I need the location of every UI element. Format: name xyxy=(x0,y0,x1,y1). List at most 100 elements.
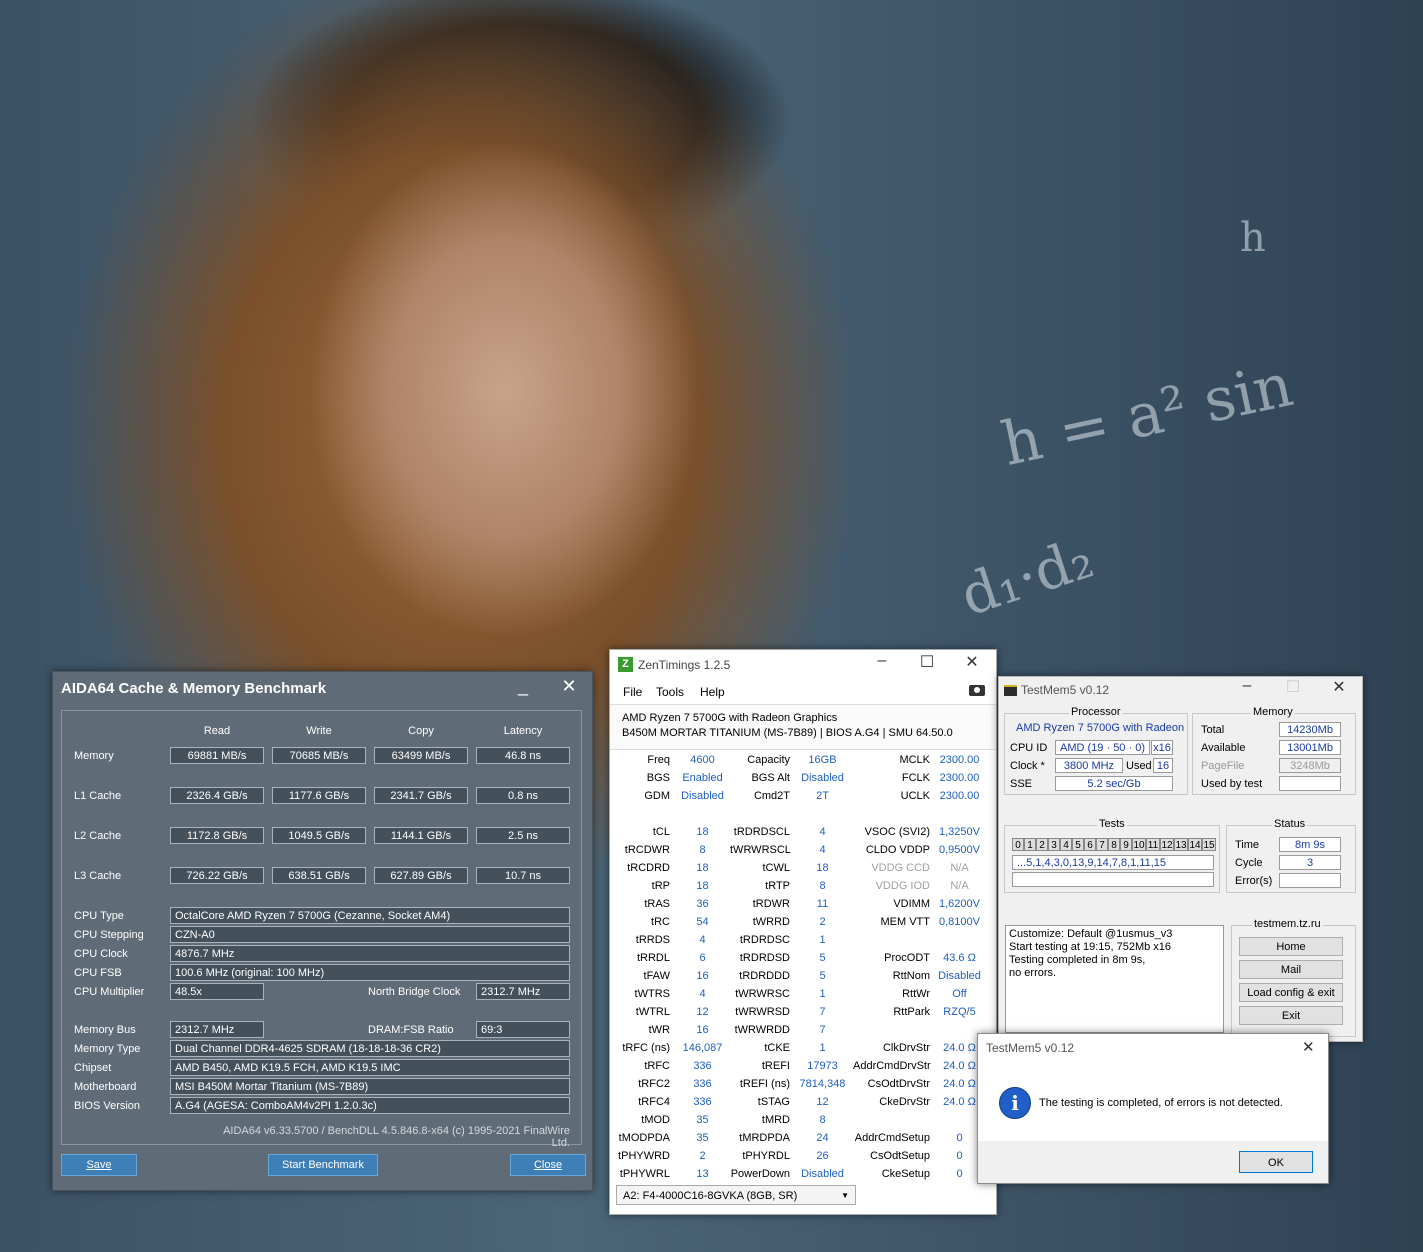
timing-label: tCL xyxy=(652,826,670,838)
dialog-message: The testing is completed, of errors is n… xyxy=(1039,1097,1283,1109)
log-textarea[interactable]: Customize: Default @1usmus_v3 Start test… xyxy=(1005,925,1224,1033)
timing-value: 7814,348 xyxy=(799,1078,846,1090)
timing-label: VDDG IOD xyxy=(875,880,930,892)
write-value: 1049.5 GB/s xyxy=(272,827,366,844)
menu-file[interactable]: File xyxy=(623,685,642,699)
timing-value: 336 xyxy=(693,1078,712,1090)
board-info: B450M MORTAR TITANIUM (MS-7B89) | BIOS A… xyxy=(622,727,953,739)
test-cell: 8 xyxy=(1108,838,1120,851)
exit-button[interactable]: Exit xyxy=(1239,1006,1343,1025)
log-line: Testing completed in 8m 9s, xyxy=(1009,954,1146,966)
save-button[interactable]: Save xyxy=(61,1154,137,1176)
timing-value: 35 xyxy=(696,1132,709,1144)
menu-tools[interactable]: Tools xyxy=(656,685,684,699)
timing-value: 16 xyxy=(696,1024,709,1036)
timing-label: tMOD xyxy=(641,1114,670,1126)
timing-label: tRFC2 xyxy=(638,1078,670,1090)
system-info-panel: AMD Ryzen 7 5700G with Radeon Graphics B… xyxy=(610,704,996,750)
close-icon[interactable]: ✕ xyxy=(1319,677,1359,697)
group-title: Tests xyxy=(1097,818,1127,830)
load-config-exit-button[interactable]: Load config & exit xyxy=(1239,983,1343,1002)
timing-label: tRCDRD xyxy=(627,862,670,874)
timing-label: tWRWRDD xyxy=(734,1024,790,1036)
motherboard-value: MSI B450M Mortar Titanium (MS-7B89) xyxy=(170,1078,570,1095)
available-value: 13001Mb xyxy=(1279,740,1341,755)
write-value: 1177.6 GB/s xyxy=(272,787,366,804)
dimm-selector[interactable]: A2: F4-4000C16-8GVKA (8GB, SR) ▼ xyxy=(616,1185,856,1205)
timing-label: GDM xyxy=(644,790,670,802)
header-latency: Latency xyxy=(503,725,543,737)
timing-value: 2T xyxy=(816,790,829,802)
testmem-app-icon xyxy=(1004,685,1017,696)
timing-value: 2300.00 xyxy=(939,790,980,802)
timing-value: 4600 xyxy=(690,754,715,766)
motherboard-label: Motherboard xyxy=(74,1081,137,1093)
read-value: 1172.8 GB/s xyxy=(170,827,264,844)
timing-label: CsOdtDrvStr xyxy=(867,1078,930,1090)
timing-value: 8 xyxy=(699,844,706,856)
menu-help[interactable]: Help xyxy=(700,685,725,699)
zentimings-logo-icon: Z xyxy=(618,657,633,672)
timing-value: 43.6 Ω xyxy=(943,952,976,964)
timing-value: Disabled xyxy=(938,970,981,982)
timing-label: tWR xyxy=(648,1024,670,1036)
mail-button[interactable]: Mail xyxy=(1239,960,1343,979)
errors-value xyxy=(1279,873,1341,888)
maximize-icon[interactable]: ☐ xyxy=(907,652,947,672)
cpu-stepping-value: CZN-A0 xyxy=(170,926,570,943)
timing-value: 0,8100V xyxy=(939,916,980,928)
test-cell: 15 xyxy=(1202,838,1216,851)
close-icon[interactable]: ✕ xyxy=(1302,1038,1315,1056)
timing-value: 16GB xyxy=(808,754,837,766)
minimize-icon[interactable]: – xyxy=(1227,677,1267,695)
timing-value: 8 xyxy=(819,880,826,892)
timing-value: 1 xyxy=(819,1042,826,1054)
processor-group: Processor AMD Ryzen 7 5700G with Radeon … xyxy=(1004,706,1188,795)
close-icon[interactable]: ✕ xyxy=(555,676,583,697)
tests-group: Tests 0 1 2 3 4 5 6 7 8 9 10 11 12 13 14 15 ...5,1,4,3,… xyxy=(1004,818,1220,893)
timing-value: 24 xyxy=(816,1132,829,1144)
latency-value: 46.8 ns xyxy=(476,747,570,764)
start-benchmark-button[interactable]: Start Benchmark xyxy=(268,1154,378,1176)
timing-label: tPHYWRL xyxy=(619,1168,670,1180)
timing-value: 146,087 xyxy=(682,1042,723,1054)
timing-value: 7 xyxy=(819,1006,826,1018)
timing-value: 18 xyxy=(816,862,829,874)
chevron-down-icon: ▼ xyxy=(841,1191,849,1200)
minimize-icon[interactable]: – xyxy=(862,652,902,670)
timing-value: 7 xyxy=(819,1024,826,1036)
test-cell: 13 xyxy=(1174,838,1188,851)
timing-label: BGS Alt xyxy=(751,772,790,784)
timing-label: tRFC (ns) xyxy=(622,1042,670,1054)
close-button[interactable]: Close xyxy=(510,1154,586,1176)
cpu-name: AMD Ryzen 7 5700G with Radeon Graphics xyxy=(622,712,838,724)
test-cell: 1 xyxy=(1024,838,1036,851)
test-cell: 12 xyxy=(1160,838,1174,851)
timing-label: CkeDrvStr xyxy=(879,1096,930,1108)
read-value: 726.22 GB/s xyxy=(170,867,264,884)
screenshot-camera-icon[interactable] xyxy=(969,685,985,696)
threads-value: x16 xyxy=(1151,740,1173,755)
timing-label: tPHYWRD xyxy=(618,1150,670,1162)
ok-button[interactable]: OK xyxy=(1239,1151,1313,1173)
row-label: L2 Cache xyxy=(74,830,122,842)
bios-label: BIOS Version xyxy=(74,1100,141,1112)
timing-value: 13 xyxy=(696,1168,709,1180)
timing-label: tRRDL xyxy=(636,952,670,964)
write-value: 70685 MB/s xyxy=(272,747,366,764)
timing-label: tWTRS xyxy=(634,988,670,1000)
memory-bus-label: Memory Bus xyxy=(74,1024,136,1036)
timing-value: 2300.00 xyxy=(939,754,980,766)
timing-label: tWRWRSCL xyxy=(730,844,791,856)
pagefile-value: 3248Mb xyxy=(1279,758,1341,773)
header-write: Write xyxy=(306,725,332,737)
header-read: Read xyxy=(203,725,231,737)
minimize-button[interactable]: _ xyxy=(509,676,537,697)
chipset-value: AMD B450, AMD K19.5 FCH, AMD K19.5 IMC xyxy=(170,1059,570,1076)
window-title: ZenTimings 1.2.5 xyxy=(638,658,731,672)
close-icon[interactable]: ✕ xyxy=(952,652,992,672)
home-button[interactable]: Home xyxy=(1239,937,1343,956)
window-title: AIDA64 Cache & Memory Benchmark xyxy=(61,680,327,697)
timing-value: 17973 xyxy=(807,1060,838,1072)
timing-label: tWRWRSD xyxy=(735,1006,790,1018)
